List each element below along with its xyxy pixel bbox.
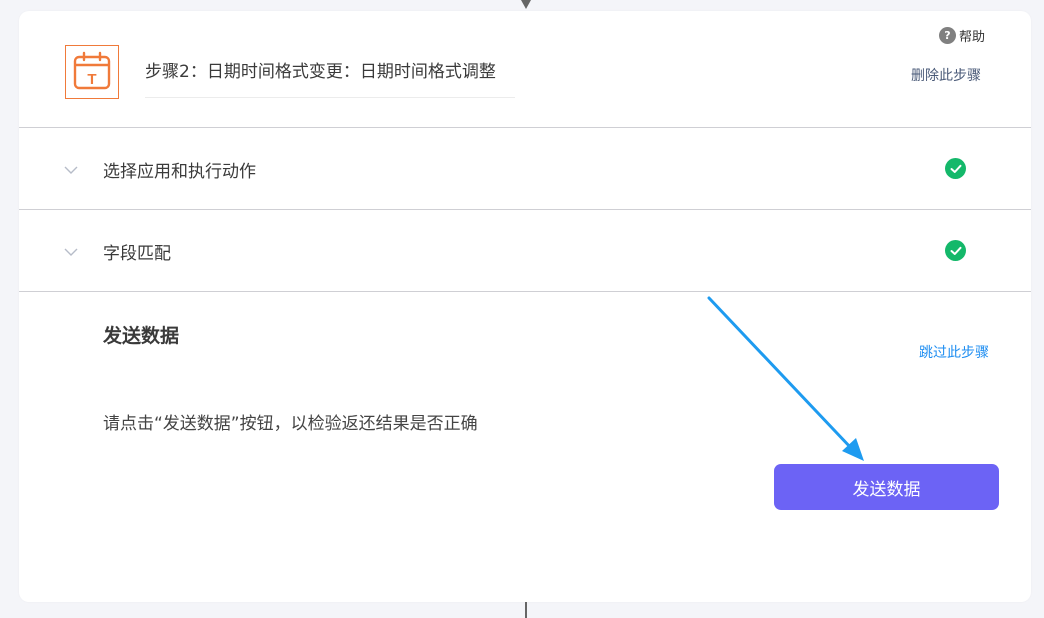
delete-step-link[interactable]: 删除此步骤: [911, 65, 981, 85]
step-card: T 步骤2：日期时间格式变更：日期时间格式调整 ? 帮助 删除此步骤 选择应用和…: [19, 11, 1031, 602]
skip-step-link[interactable]: 跳过此步骤: [919, 342, 989, 362]
step-title[interactable]: 步骤2：日期时间格式变更：日期时间格式调整: [145, 57, 496, 82]
flow-connector-arrow: [521, 0, 531, 9]
section-label: 选择应用和执行动作: [103, 162, 256, 182]
title-underline: [145, 97, 515, 98]
step-header: T 步骤2：日期时间格式变更：日期时间格式调整 ? 帮助 删除此步骤: [19, 11, 1031, 128]
section-label: 字段匹配: [103, 244, 171, 264]
chevron-down-icon[interactable]: [64, 160, 78, 179]
calendar-icon: T: [65, 45, 119, 99]
send-data-button[interactable]: 发送数据: [774, 464, 999, 510]
send-data-title: 发送数据: [103, 325, 180, 347]
section-field-mapping[interactable]: 字段匹配: [19, 210, 1031, 292]
help-label: 帮助: [959, 30, 986, 45]
page-canvas: T 步骤2：日期时间格式变更：日期时间格式调整 ? 帮助 删除此步骤 选择应用和…: [0, 0, 1044, 618]
check-circle-icon: [945, 158, 966, 179]
help-link[interactable]: ? 帮助: [939, 26, 985, 45]
section-select-app-action[interactable]: 选择应用和执行动作: [19, 128, 1031, 210]
flow-connector-line: [525, 602, 527, 618]
help-icon: ?: [939, 27, 956, 44]
send-data-instruction: 请点击“发送数据”按钮，以检验返还结果是否正确: [103, 414, 478, 434]
calendar-icon-letter: T: [87, 71, 96, 88]
chevron-down-icon[interactable]: [64, 242, 78, 261]
check-circle-icon: [945, 240, 966, 261]
